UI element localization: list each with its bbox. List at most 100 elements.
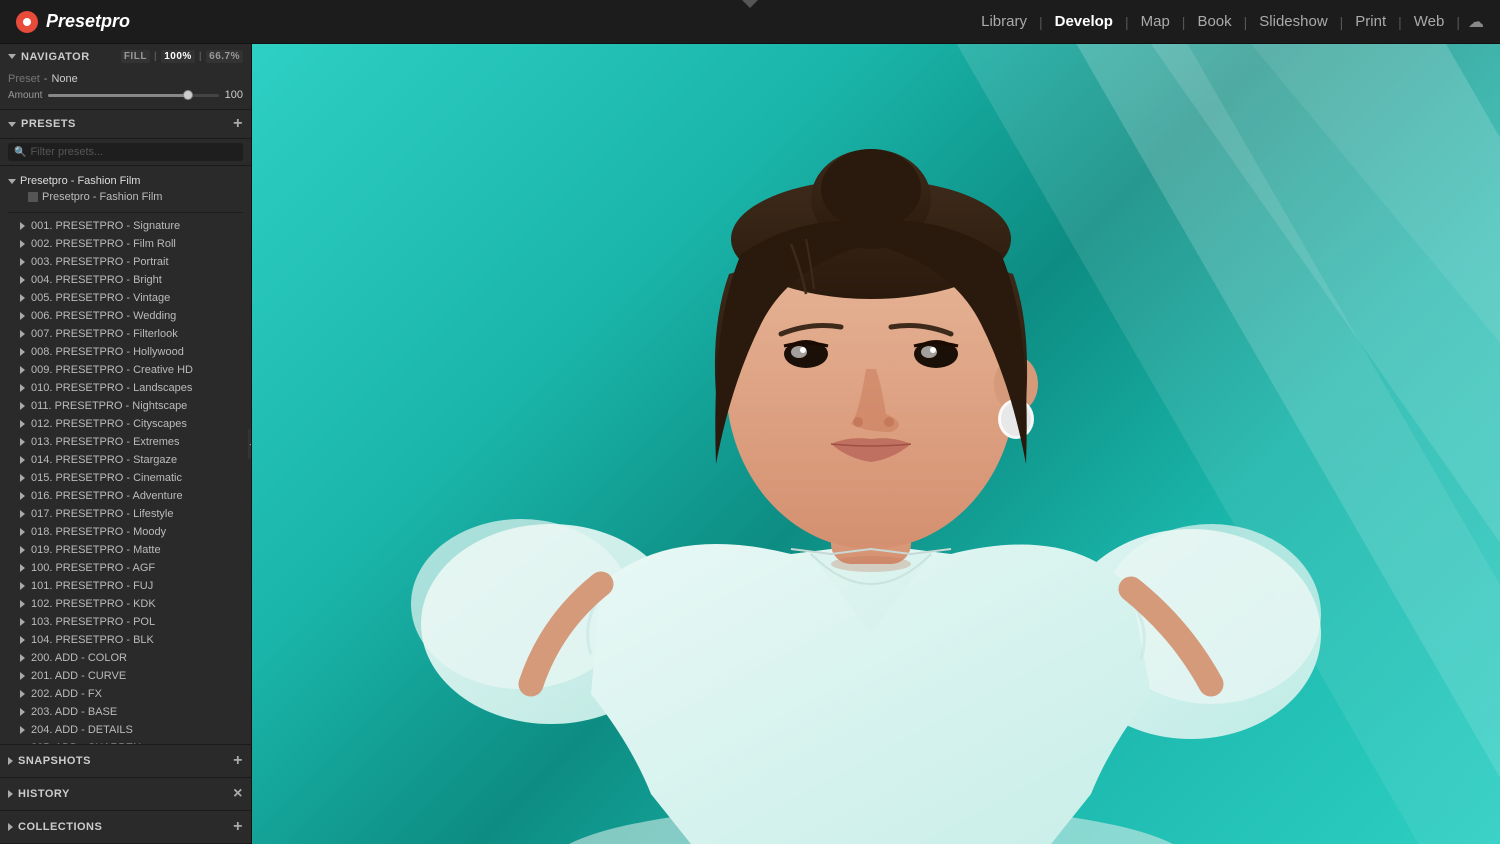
preset-arrow-icon	[20, 618, 25, 626]
cloud-icon: ☁	[1468, 12, 1484, 32]
list-item[interactable]: 101. PRESETPRO - FUJ	[0, 577, 251, 595]
nav-book[interactable]: Book	[1189, 9, 1239, 34]
list-item[interactable]: 003. PRESETPRO - Portrait	[0, 253, 251, 271]
preset-item-name: Presetpro - Fashion Film	[42, 191, 162, 203]
list-item[interactable]: 016. PRESETPRO - Adventure	[0, 487, 251, 505]
preset-value: None	[51, 73, 77, 85]
list-item[interactable]: 203. ADD - BASE	[0, 703, 251, 721]
list-item[interactable]: 007. PRESETPRO - Filterlook	[0, 325, 251, 343]
list-item[interactable]: 200. ADD - COLOR	[0, 649, 251, 667]
preset-arrow-icon	[20, 294, 25, 302]
history-close-button[interactable]: ×	[233, 786, 243, 802]
zoom-100-btn[interactable]: 100%	[161, 50, 195, 63]
preset-arrow-icon	[20, 330, 25, 338]
navigator-title: Navigator	[21, 51, 90, 63]
preset-arrow-icon	[20, 726, 25, 734]
list-item[interactable]: 009. PRESETPRO - Creative HD	[0, 361, 251, 379]
top-triangle	[742, 0, 758, 8]
preset-arrow-icon	[20, 258, 25, 266]
list-item[interactable]: 006. PRESETPRO - Wedding	[0, 307, 251, 325]
photo-area	[252, 44, 1500, 844]
nav-library[interactable]: Library	[973, 9, 1035, 34]
list-item[interactable]: 004. PRESETPRO - Bright	[0, 271, 251, 289]
preset-arrow-icon	[20, 654, 25, 662]
snapshots-add-button[interactable]: +	[233, 753, 243, 769]
folder-name: Presetpro - Fashion Film	[20, 175, 140, 187]
list-item[interactable]: 018. PRESETPRO - Moody	[0, 523, 251, 541]
history-title: History	[18, 788, 70, 800]
list-item[interactable]: 104. PRESETPRO - BLK	[0, 631, 251, 649]
list-item[interactable]: 001. PRESETPRO - Signature	[0, 217, 251, 235]
list-item[interactable]: 005. PRESETPRO - Vintage	[0, 289, 251, 307]
list-item[interactable]: 013. PRESETPRO - Extremes	[0, 433, 251, 451]
fill-zoom-btn[interactable]: FILL	[121, 50, 150, 63]
list-item[interactable]: 100. PRESETPRO - AGF	[0, 559, 251, 577]
preset-arrow-icon	[20, 222, 25, 230]
logo-area: Presetpro	[16, 11, 130, 33]
zoom-66-btn[interactable]: 66.7%	[206, 50, 243, 63]
preset-arrow-icon	[20, 510, 25, 518]
preset-arrow-icon	[20, 708, 25, 716]
preset-arrow-icon	[20, 366, 25, 374]
history-collapse-icon	[8, 790, 13, 798]
presets-add-button[interactable]: +	[233, 116, 243, 132]
preset-folder-item[interactable]: Presetpro - Fashion Film	[8, 189, 243, 205]
list-item[interactable]: 204. ADD - DETAILS	[0, 721, 251, 739]
preset-arrow-icon	[20, 582, 25, 590]
preset-label: Preset	[8, 73, 40, 85]
preset-arrow-icon	[20, 600, 25, 608]
preset-arrow-icon	[20, 456, 25, 464]
presets-header[interactable]: Presets +	[0, 110, 251, 139]
preset-divider	[8, 212, 243, 213]
amount-label: Amount	[8, 90, 42, 101]
preset-arrow-icon	[20, 276, 25, 284]
main-layout: Navigator FILL | 100% | 66.7% Preset - N…	[0, 44, 1500, 844]
list-item[interactable]: 201. ADD - CURVE	[0, 667, 251, 685]
list-item[interactable]: 102. PRESETPRO - KDK	[0, 595, 251, 613]
left-panel: Navigator FILL | 100% | 66.7% Preset - N…	[0, 44, 252, 844]
presets-section: Presets + 🔍 Presetpro - Fashion Film	[0, 110, 251, 744]
list-item[interactable]: 011. PRESETPRO - Nightscape	[0, 397, 251, 415]
nav-print[interactable]: Print	[1347, 9, 1394, 34]
presets-collapse-icon	[8, 122, 16, 127]
list-item[interactable]: 017. PRESETPRO - Lifestyle	[0, 505, 251, 523]
preset-folder-fashion-film-header[interactable]: Presetpro - Fashion Film	[8, 173, 243, 189]
preset-arrow-icon	[20, 312, 25, 320]
preset-item-icon	[28, 192, 38, 202]
snapshots-collapse-icon	[8, 757, 13, 765]
folder-chevron-icon	[8, 179, 16, 184]
list-item[interactable]: 015. PRESETPRO - Cinematic	[0, 469, 251, 487]
history-section[interactable]: History ×	[0, 778, 251, 811]
snapshots-section[interactable]: Snapshots +	[0, 745, 251, 778]
preset-arrow-icon	[20, 546, 25, 554]
list-item[interactable]: 002. PRESETPRO - Film Roll	[0, 235, 251, 253]
navigator-header[interactable]: Navigator FILL | 100% | 66.7%	[0, 44, 251, 69]
nav-develop[interactable]: Develop	[1047, 9, 1121, 34]
preset-arrow-icon	[20, 636, 25, 644]
list-item[interactable]: 012. PRESETPRO - Cityscapes	[0, 415, 251, 433]
list-item[interactable]: 103. PRESETPRO - POL	[0, 613, 251, 631]
preset-arrow-icon	[20, 348, 25, 356]
preset-arrow-icon	[20, 420, 25, 428]
collections-add-button[interactable]: +	[233, 819, 243, 835]
amount-slider[interactable]	[48, 94, 218, 97]
fashion-photo	[252, 44, 1500, 844]
bottom-sections: Snapshots + History × Collections +	[0, 744, 251, 844]
navigator-collapse-icon	[8, 54, 16, 59]
nav-map[interactable]: Map	[1133, 9, 1178, 34]
list-item[interactable]: 202. ADD - FX	[0, 685, 251, 703]
amount-row: Amount 100	[8, 89, 243, 101]
preset-arrow-icon	[20, 528, 25, 536]
nav-web[interactable]: Web	[1406, 9, 1453, 34]
topbar: Presetpro Library | Develop | Map | Book…	[0, 0, 1500, 44]
list-item[interactable]: 019. PRESETPRO - Matte	[0, 541, 251, 559]
list-item[interactable]: 014. PRESETPRO - Stargaze	[0, 451, 251, 469]
list-item[interactable]: 008. PRESETPRO - Hollywood	[0, 343, 251, 361]
nav-slideshow[interactable]: Slideshow	[1251, 9, 1335, 34]
preset-arrow-icon	[20, 438, 25, 446]
preset-folder-fashion-film: Presetpro - Fashion Film Presetpro - Fas…	[0, 170, 251, 208]
search-input[interactable]	[30, 146, 237, 158]
presets-search-area: 🔍	[0, 139, 251, 166]
list-item[interactable]: 010. PRESETPRO - Landscapes	[0, 379, 251, 397]
collections-section[interactable]: Collections +	[0, 811, 251, 844]
